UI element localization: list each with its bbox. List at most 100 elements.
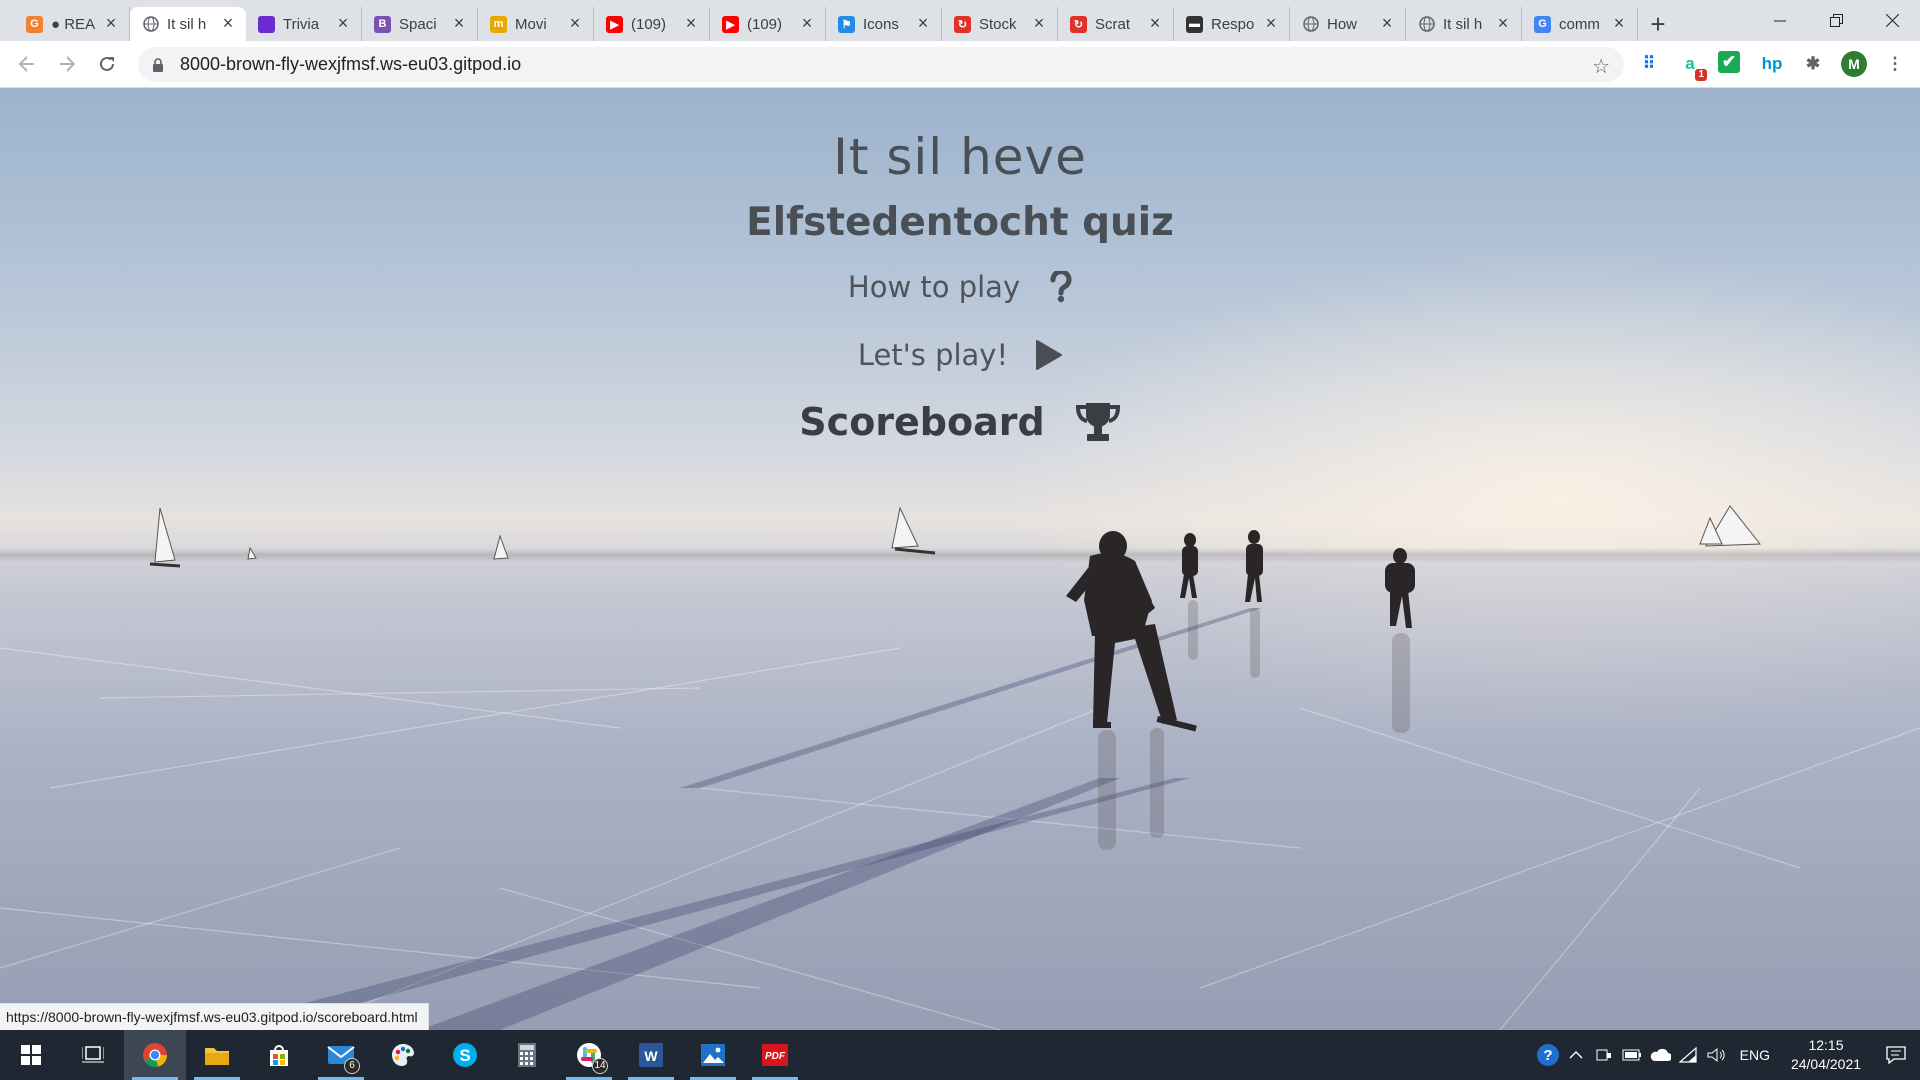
tab-close-icon[interactable]: × <box>103 14 119 32</box>
clock[interactable]: 12:15 24/04/2021 <box>1780 1036 1872 1074</box>
browser-tab[interactable]: It sil h × <box>1406 7 1522 41</box>
scoreboard-link[interactable]: Scoreboard <box>0 400 1920 444</box>
how-to-play-link[interactable]: How to play <box>0 270 1920 304</box>
tab-close-icon[interactable]: × <box>1147 14 1163 32</box>
tab-close-icon[interactable]: × <box>1031 14 1047 32</box>
browser-tab[interactable]: Gcomm × <box>1522 7 1638 41</box>
play-icon[interactable] <box>1034 339 1063 371</box>
browser-tab[interactable]: It sil h × <box>130 7 246 41</box>
chrome-icon <box>142 1042 168 1068</box>
forward-button[interactable] <box>52 49 82 79</box>
skype-icon: S <box>452 1042 478 1068</box>
tab-close-icon[interactable]: × <box>1611 14 1627 32</box>
browser-tab[interactable]: G ● REA × <box>14 7 130 41</box>
onedrive-cloud-icon[interactable] <box>1646 1048 1674 1062</box>
apps-grid-icon[interactable]: ⠿ <box>1636 51 1662 77</box>
page-subtitle: Elfstedentocht quiz <box>746 200 1174 245</box>
url-text: 8000-brown-fly-wexjfmsf.ws-eu03.gitpod.i… <box>180 54 522 74</box>
new-tab-button[interactable]: + <box>1638 7 1678 41</box>
tab-close-icon[interactable]: × <box>915 14 931 32</box>
paint-icon <box>390 1042 416 1068</box>
browser-tab[interactable]: ▶ (109) × <box>710 7 826 41</box>
reload-icon <box>100 56 114 71</box>
browser-tab[interactable]: m Movi × <box>478 7 594 41</box>
bootstrap-b-icon: B <box>374 15 391 33</box>
tab-close-icon[interactable]: × <box>799 14 815 32</box>
taskbar-app-button[interactable] <box>248 1030 310 1080</box>
globe-icon <box>142 16 159 33</box>
bookmark-star-icon[interactable]: ☆ <box>1592 54 1610 79</box>
browser-tab[interactable]: ↻ Scrat × <box>1058 7 1174 41</box>
help-icon[interactable]: ? <box>1534 1043 1562 1067</box>
minimize-icon <box>1774 20 1786 21</box>
action-center-button[interactable] <box>1872 1030 1920 1080</box>
taskbar-app-button[interactable]: PDF <box>744 1030 806 1080</box>
device-icon[interactable] <box>1590 1048 1618 1062</box>
tab-close-icon[interactable]: × <box>1263 14 1279 32</box>
tab-close-icon[interactable]: × <box>220 14 236 32</box>
task-view-icon <box>82 1045 104 1065</box>
tab-list: G ● REA × It sil h × Trivia × B Spaci × m Movi × ▶ (10… <box>0 0 1638 41</box>
pdf-icon: PDF <box>761 1043 789 1067</box>
todo-check-icon[interactable]: ✔ <box>1718 51 1740 73</box>
grammarly-extension-icon[interactable]: a1 <box>1677 51 1707 81</box>
tab-close-icon[interactable]: × <box>1495 14 1511 32</box>
tab-title: Stock <box>979 15 1017 33</box>
volume-icon[interactable] <box>1702 1047 1730 1063</box>
hp-extension-icon[interactable]: hp <box>1759 51 1785 77</box>
address-bar[interactable]: 8000-brown-fly-wexjfmsf.ws-eu03.gitpod.i… <box>138 47 1624 82</box>
battery-icon[interactable] <box>1618 1049 1646 1061</box>
restore-window-button[interactable] <box>1808 0 1864 41</box>
chevron-up-icon[interactable] <box>1562 1050 1590 1060</box>
app-badge: 6 <box>344 1058 360 1074</box>
browser-tab[interactable]: How × <box>1290 7 1406 41</box>
taskbar-app-button[interactable] <box>682 1030 744 1080</box>
taskbar-app-button[interactable]: W <box>620 1030 682 1080</box>
svg-text:PDF: PDF <box>765 1051 786 1062</box>
browser-tab[interactable]: ⚑ Icons × <box>826 7 942 41</box>
scoreboard-label[interactable]: Scoreboard <box>799 400 1044 444</box>
browser-tab[interactable]: ▶ (109) × <box>594 7 710 41</box>
store-icon <box>267 1043 291 1067</box>
extension-badge: 1 <box>1695 69 1707 81</box>
browser-tab[interactable]: ▬ Respo × <box>1174 7 1290 41</box>
clock-time: 12:15 <box>1808 1037 1844 1053</box>
reload-button[interactable] <box>92 49 122 79</box>
taskbar-app-button[interactable] <box>62 1030 124 1080</box>
taskbar-app-button[interactable]: 6 <box>310 1030 372 1080</box>
taskbar-app-button[interactable] <box>124 1030 186 1080</box>
taskbar-app-button[interactable]: S <box>434 1030 496 1080</box>
taskbar-app-button[interactable] <box>372 1030 434 1080</box>
lets-play-link[interactable]: Let's play! <box>0 338 1920 372</box>
clock-date: 24/04/2021 <box>1790 1056 1862 1072</box>
taskbar-app-button[interactable] <box>0 1030 62 1080</box>
taskbar-app-button[interactable] <box>496 1030 558 1080</box>
browser-tab[interactable]: B Spaci × <box>362 7 478 41</box>
browser-tab[interactable]: Trivia × <box>246 7 362 41</box>
tab-close-icon[interactable]: × <box>451 14 467 32</box>
tab-close-icon[interactable]: × <box>683 14 699 32</box>
minimize-window-button[interactable] <box>1752 0 1808 41</box>
close-window-button[interactable] <box>1864 0 1920 41</box>
close-icon <box>1885 14 1899 27</box>
puzzle-extensions-icon[interactable]: ✱ <box>1800 51 1826 77</box>
lets-play-label[interactable]: Let's play! <box>858 338 1008 372</box>
tab-close-icon[interactable]: × <box>1379 14 1395 32</box>
windows-taskbar: 6 S 14 W PDF ? ENG 12:15 24/04/2021 <box>0 1030 1920 1080</box>
tab-close-icon[interactable]: × <box>567 14 583 32</box>
how-to-play-label[interactable]: How to play <box>848 270 1020 304</box>
grammarly-g-icon: G <box>26 15 43 33</box>
kebab-menu-icon[interactable]: ⋮ <box>1882 51 1908 77</box>
arrow-right-icon <box>60 56 76 72</box>
profile-avatar-icon[interactable]: M <box>1841 51 1867 77</box>
trophy-icon[interactable] <box>1075 401 1121 443</box>
browser-tab[interactable]: ↻ Stock × <box>942 7 1058 41</box>
back-button[interactable] <box>12 49 42 79</box>
tab-close-icon[interactable]: × <box>335 14 351 32</box>
question-icon[interactable] <box>1050 271 1072 303</box>
input-language[interactable]: ENG <box>1740 1047 1770 1063</box>
wifi-icon[interactable] <box>1674 1047 1702 1063</box>
moviepedia-m-icon: m <box>490 15 507 33</box>
taskbar-app-button[interactable] <box>186 1030 248 1080</box>
taskbar-app-button[interactable]: 14 <box>558 1030 620 1080</box>
